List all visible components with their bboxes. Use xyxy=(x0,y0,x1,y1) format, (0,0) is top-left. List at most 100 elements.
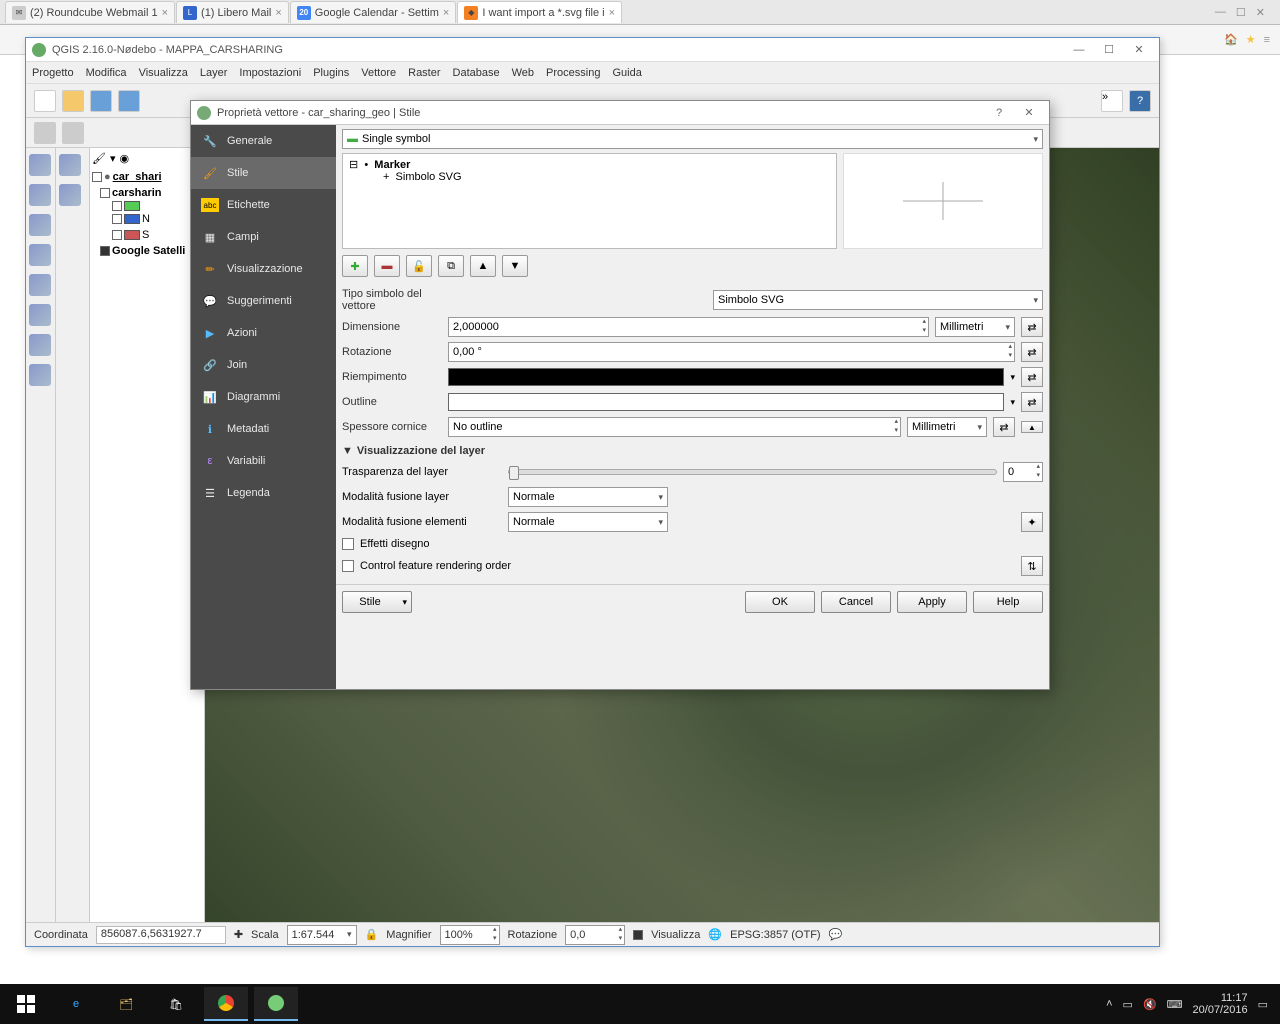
eye-icon[interactable]: ◉ xyxy=(120,152,130,165)
sidebar-item-campi[interactable]: ▦Campi xyxy=(191,221,336,253)
layer-row[interactable]: carsharin xyxy=(92,185,202,201)
add-gpx-icon[interactable] xyxy=(29,334,51,356)
qgis-titlebar[interactable]: QGIS 2.16.0-Nødebo - MAPPA_CARSHARING — … xyxy=(26,38,1159,62)
edit-icon[interactable] xyxy=(62,122,84,144)
chrome-icon[interactable] xyxy=(204,987,248,1021)
menu-icon[interactable]: ≡ xyxy=(1264,34,1270,46)
remove-symbol-layer-button[interactable]: ▬ xyxy=(374,255,400,277)
symbol-layer-tree[interactable]: ⊟ • Marker + Simbolo SVG xyxy=(342,153,837,249)
sidebar-item-etichette[interactable]: abcEtichette xyxy=(191,189,336,221)
menu-raster[interactable]: Raster xyxy=(408,67,440,79)
data-defined-button[interactable]: ⇄ xyxy=(1021,317,1043,337)
add-vector-icon[interactable] xyxy=(29,154,51,176)
lock-icon[interactable]: 🔒 xyxy=(365,928,379,941)
keyboard-icon[interactable]: ⌨ xyxy=(1167,998,1183,1011)
filter-icon[interactable]: ▾ xyxy=(110,152,116,165)
browser-tab[interactable]: 20Google Calendar - Settim× xyxy=(290,1,457,23)
close-icon[interactable]: × xyxy=(443,7,449,19)
sidebar-item-legenda[interactable]: ☰Legenda xyxy=(191,477,336,509)
sidebar-item-variabili[interactable]: εVariabili xyxy=(191,445,336,477)
close-icon[interactable]: × xyxy=(162,7,168,19)
menu-progetto[interactable]: Progetto xyxy=(32,67,74,79)
rendering-order-checkbox[interactable] xyxy=(342,560,354,572)
menu-web[interactable]: Web xyxy=(512,67,534,79)
notifications-icon[interactable]: ▭ xyxy=(1258,998,1268,1011)
extents-icon[interactable]: ✚ xyxy=(234,928,243,941)
window-close[interactable]: ✕ xyxy=(1125,41,1153,59)
network-icon[interactable]: ▭ xyxy=(1123,998,1133,1011)
size-spin[interactable]: 2,000000 xyxy=(448,317,929,337)
cancel-button[interactable]: Cancel xyxy=(821,591,891,613)
render-checkbox[interactable] xyxy=(633,930,643,940)
apply-button[interactable]: Apply xyxy=(897,591,967,613)
browser-tab-active[interactable]: ◆I want import a *.svg file i× xyxy=(457,1,622,23)
crs-icon[interactable]: 🌐 xyxy=(708,928,722,941)
add-csv-icon[interactable] xyxy=(29,304,51,326)
transparency-spin[interactable]: 0 xyxy=(1003,462,1043,482)
paint-effects-button[interactable]: ✦ xyxy=(1021,512,1043,532)
dialog-help-button[interactable]: ? xyxy=(985,104,1013,122)
move-up-button[interactable]: ▲ xyxy=(470,255,496,277)
clock[interactable]: 11:17 20/07/2016 xyxy=(1193,992,1248,1016)
data-defined-button[interactable]: ⇄ xyxy=(1021,392,1043,412)
renderer-type-combo[interactable]: ▬ Single symbol xyxy=(342,129,1043,149)
new-project-icon[interactable] xyxy=(34,90,56,112)
menu-modifica[interactable]: Modifica xyxy=(86,67,127,79)
save-as-icon[interactable] xyxy=(118,90,140,112)
menu-visualizza[interactable]: Visualizza xyxy=(139,67,188,79)
layer-blend-combo[interactable]: Normale xyxy=(508,487,668,507)
tray-up-icon[interactable]: ˄ xyxy=(1106,998,1112,1010)
sidebar-item-stile[interactable]: 🖌Stile xyxy=(191,157,336,189)
help-button-icon[interactable]: ? xyxy=(1129,90,1151,112)
scale-combo[interactable]: 1:67.544 xyxy=(287,925,357,945)
browser-tab[interactable]: L(1) Libero Mail× xyxy=(176,1,289,23)
sidebar-item-visualizzazione[interactable]: ✏Visualizzazione xyxy=(191,253,336,285)
data-defined-button[interactable]: ⇄ xyxy=(1021,367,1043,387)
open-project-icon[interactable] xyxy=(62,90,84,112)
layer-row[interactable]: S xyxy=(92,227,202,243)
window-minimize[interactable]: — xyxy=(1065,41,1093,59)
volume-icon[interactable]: 🔇 xyxy=(1143,998,1157,1011)
menu-database[interactable]: Database xyxy=(453,67,500,79)
coord-field[interactable]: 856087.6,5631927.7 xyxy=(96,926,226,944)
window-minimize[interactable]: — xyxy=(1215,6,1226,18)
outline-color-button[interactable] xyxy=(448,393,1004,411)
help-button[interactable]: Help xyxy=(973,591,1043,613)
transparency-slider[interactable] xyxy=(508,469,997,475)
menu-guida[interactable]: Guida xyxy=(612,67,641,79)
layer-row[interactable] xyxy=(92,201,202,211)
draw-effects-checkbox[interactable] xyxy=(342,538,354,550)
window-close[interactable]: ✕ xyxy=(1256,6,1265,19)
browser-tab[interactable]: ✉(2) Roundcube Webmail 1× xyxy=(5,1,175,23)
bookmark-icon[interactable]: ★ xyxy=(1246,33,1256,46)
rotation-spin[interactable]: 0,0 xyxy=(565,925,625,945)
sidebar-item-diagrammi[interactable]: 📊Diagrammi xyxy=(191,381,336,413)
dialog-close-button[interactable]: ✕ xyxy=(1015,104,1043,122)
menu-plugins[interactable]: Plugins xyxy=(313,67,349,79)
add-db-icon[interactable] xyxy=(29,214,51,236)
size-unit-combo[interactable]: Millimetri xyxy=(935,317,1015,337)
layer-row[interactable]: ●car_shari xyxy=(92,169,202,185)
sidebar-item-generale[interactable]: 🔧Generale xyxy=(191,125,336,157)
qgis-taskbar-icon[interactable] xyxy=(254,987,298,1021)
lock-symbol-layer-button[interactable]: 🔓 xyxy=(406,255,432,277)
add-raster-icon[interactable] xyxy=(29,184,51,206)
edge-icon[interactable]: e xyxy=(54,987,98,1021)
dialog-titlebar[interactable]: Proprietà vettore - car_sharing_geo | St… xyxy=(191,101,1049,125)
symbol-type-combo[interactable]: Simbolo SVG xyxy=(713,290,1043,310)
menu-layer[interactable]: Layer xyxy=(200,67,228,79)
menu-processing[interactable]: Processing xyxy=(546,67,600,79)
messages-icon[interactable]: 💬 xyxy=(829,928,843,941)
ok-button[interactable]: OK xyxy=(745,591,815,613)
style-icon[interactable]: 🖌 xyxy=(92,152,106,165)
rotation-spin[interactable]: 0,00 ° xyxy=(448,342,1015,362)
data-defined-button[interactable]: ⇄ xyxy=(1021,342,1043,362)
add-wms-icon[interactable] xyxy=(29,244,51,266)
window-maximize[interactable]: ☐ xyxy=(1236,6,1246,19)
pencil-icon[interactable] xyxy=(34,122,56,144)
sidebar-item-join[interactable]: 🔗Join xyxy=(191,349,336,381)
add-wfs-icon[interactable] xyxy=(29,274,51,296)
sidebar-item-azioni[interactable]: ▶Azioni xyxy=(191,317,336,349)
store-icon[interactable]: 🛍 xyxy=(154,987,198,1021)
layer-add-icon[interactable] xyxy=(59,154,81,176)
